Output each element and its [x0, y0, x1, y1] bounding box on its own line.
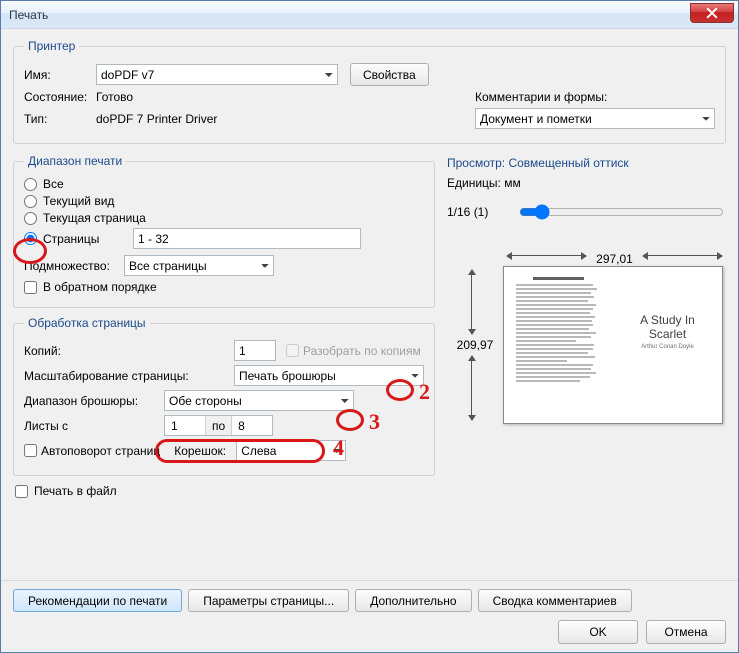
preview-title: Просмотр: Совмещенный оттиск: [447, 156, 726, 170]
handling-group: Обработка страницы Копий: Разобрать по к…: [13, 316, 435, 476]
radio-current-view-label: Текущий вид: [43, 194, 114, 208]
reverse-checkbox[interactable]: [24, 281, 37, 294]
ok-button[interactable]: OK: [558, 620, 638, 644]
close-button[interactable]: [690, 3, 734, 23]
print-to-file-checkbox[interactable]: [15, 485, 28, 498]
doc-author: Arthur Conan Doyle: [641, 344, 694, 350]
type-label: Тип:: [24, 112, 96, 126]
sheets-label: Листы с: [24, 419, 164, 433]
advanced-button[interactable]: Дополнительно: [355, 589, 471, 612]
copies-input[interactable]: [234, 340, 276, 361]
radio-all[interactable]: [24, 178, 37, 191]
radio-current-page-label: Текущая страница: [43, 211, 146, 225]
name-label: Имя:: [24, 68, 96, 82]
print-to-file-label: Печать в файл: [34, 484, 117, 498]
cancel-button[interactable]: Отмена: [646, 620, 726, 644]
reverse-label: В обратном порядке: [43, 280, 157, 294]
window-title: Печать: [9, 8, 48, 22]
units-label: Единицы: мм: [447, 176, 726, 190]
doc-title: A Study In Scarlet: [625, 313, 710, 341]
titlebar[interactable]: Печать: [1, 1, 738, 29]
autorotate-label: Автоповорот страниц: [41, 444, 160, 458]
binding-select[interactable]: Слева: [236, 440, 346, 461]
zoom-slider[interactable]: [519, 204, 724, 220]
sheets-from-input[interactable]: [165, 416, 205, 435]
preview-thumbnail: A Study In Scarlet Arthur Conan Doyle: [503, 266, 723, 424]
page-setup-button[interactable]: Параметры страницы...: [188, 589, 349, 612]
pages-input[interactable]: [133, 228, 361, 249]
scaling-select[interactable]: Печать брошюры: [234, 365, 424, 386]
preview-width: 297,01: [596, 252, 633, 266]
printer-legend: Принтер: [24, 39, 79, 53]
booklet-range-label: Диапазон брошюры:: [24, 394, 164, 408]
zoom-label: 1/16 (1): [447, 205, 517, 219]
print-dialog: Печать Принтер Имя: doPDF v7 Свойства Со…: [0, 0, 739, 653]
printer-group: Принтер Имя: doPDF v7 Свойства Состояние…: [13, 39, 726, 144]
type-value: doPDF 7 Printer Driver: [96, 112, 217, 126]
subset-label: Подмножество:: [24, 259, 124, 273]
radio-current-view[interactable]: [24, 195, 37, 208]
scaling-label: Масштабирование страницы:: [24, 369, 234, 383]
radio-all-label: Все: [43, 177, 64, 191]
close-icon: [706, 7, 718, 19]
handling-legend: Обработка страницы: [24, 316, 150, 330]
copies-label: Копий:: [24, 344, 234, 358]
status-value: Готово: [96, 90, 133, 104]
printer-name-select[interactable]: doPDF v7: [96, 64, 338, 85]
status-label: Состояние:: [24, 90, 96, 104]
preview-height: 209,97: [457, 338, 494, 352]
sheets-to-label: по: [205, 416, 232, 435]
sheets-range: по: [164, 415, 273, 436]
range-legend: Диапазон печати: [24, 154, 126, 168]
radio-current-page[interactable]: [24, 212, 37, 225]
tips-button[interactable]: Рекомендации по печати: [13, 589, 182, 612]
comments-label: Комментарии и формы:: [475, 90, 715, 104]
summary-button[interactable]: Сводка комментариев: [478, 589, 632, 612]
subset-select[interactable]: Все страницы: [124, 255, 274, 276]
autorotate-checkbox[interactable]: [24, 444, 37, 457]
booklet-range-select[interactable]: Обе стороны: [164, 390, 354, 411]
bottom-bar: Рекомендации по печати Параметры страниц…: [1, 580, 738, 652]
radio-pages[interactable]: [24, 232, 37, 245]
comments-select[interactable]: Документ и пометки: [475, 108, 715, 129]
binding-label: Корешок:: [174, 444, 236, 458]
collate-label: Разобрать по копиям: [303, 344, 421, 358]
properties-button[interactable]: Свойства: [350, 63, 429, 86]
collate-checkbox: [286, 344, 299, 357]
sheets-to-input[interactable]: [232, 416, 272, 435]
preview-group: Просмотр: Совмещенный оттиск Единицы: мм…: [447, 156, 726, 424]
radio-pages-label: Страницы: [43, 232, 127, 246]
range-group: Диапазон печати Все Текущий вид Текущая …: [13, 154, 435, 308]
